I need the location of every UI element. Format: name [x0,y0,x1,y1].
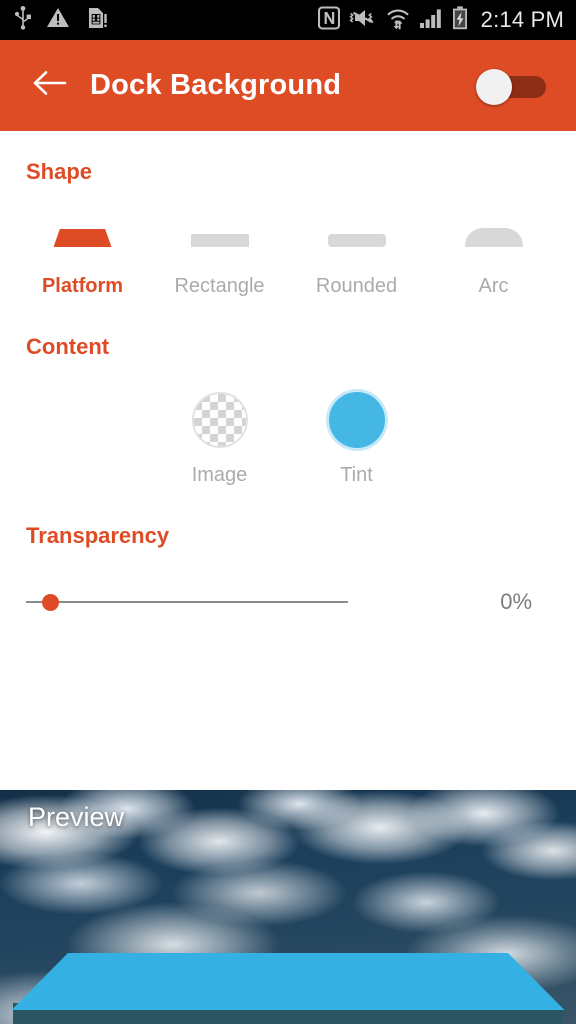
shape-option-arc[interactable]: Arc [425,217,562,298]
shape-options: Platform Rectangle Rounded Arc [0,217,576,298]
status-bar: 2:14 PM [0,0,576,40]
nfc-icon [317,5,340,35]
dock-background-toggle[interactable] [476,66,548,106]
page-title: Dock Background [90,69,342,101]
arc-shape-icon [464,217,523,247]
content-option-label: Tint [340,464,373,486]
back-button[interactable] [22,58,78,114]
sim-card-alert-icon [84,6,108,35]
transparency-slider-row: 0% [0,587,576,617]
shape-option-platform[interactable]: Platform [14,217,151,298]
slider-thumb[interactable] [42,594,59,611]
shape-option-rounded[interactable]: Rounded [288,217,425,298]
shape-option-label: Rounded [315,275,398,297]
transparency-slider[interactable] [26,587,466,617]
battery-charging-icon [452,5,468,35]
status-bar-clock: 2:14 PM [480,7,564,32]
usb-icon [14,5,32,35]
transparency-section-title: Transparency [26,523,170,548]
preview-label: Preview [28,802,125,832]
shape-section-title: Shape [26,159,93,184]
status-bar-right-icons: 2:14 PM [317,5,576,35]
app-bar: Dock Background [0,40,576,131]
trapezoid-shape-icon [53,217,112,247]
content-option-tint[interactable]: Tint [288,392,425,487]
shape-option-label: Rectangle [174,275,265,297]
content-option-label: Image [191,464,248,486]
shape-option-rectangle[interactable]: Rectangle [151,217,288,298]
content-row-spacer [425,392,562,487]
wifi-icon [386,6,410,35]
content-row-spacer [14,392,151,487]
shape-option-label: Arc [478,275,509,297]
content-option-image[interactable]: Image [151,392,288,487]
rectangle-shape-icon [190,217,249,247]
dock-platform-preview [0,953,576,1010]
toggle-thumb [476,68,512,105]
shape-option-label: Platform [41,275,124,297]
slider-track [26,601,348,603]
settings-content: Shape Platform Rectangle Rounded Arc Con… [0,131,576,790]
checkerboard-circle-icon [191,392,248,448]
transparency-value: 0% [500,589,532,614]
volume-vibrate-mute-icon [349,6,377,35]
warning-triangle-icon [46,7,70,34]
rounded-rect-shape-icon [327,217,386,247]
tint-color-circle-icon [328,392,385,448]
status-bar-left-icons [0,5,108,35]
content-section-title: Content [26,334,110,359]
arrow-left-icon [33,69,67,102]
cellular-signal-icon [419,7,443,34]
content-options: Image Tint [0,392,576,487]
